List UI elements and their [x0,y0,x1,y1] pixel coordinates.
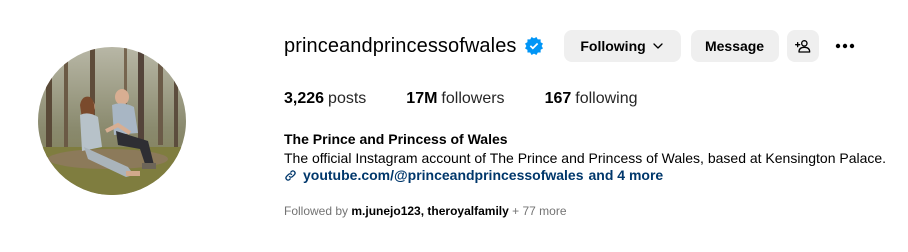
posts-label: posts [328,90,367,107]
follower-username: theroyalfamily [427,204,509,218]
following-label: following [575,90,638,107]
message-button[interactable]: Message [690,30,779,62]
followers-count: 17M [406,90,438,107]
username[interactable]: princeandprincessofwales [284,35,517,58]
followed-by[interactable]: Followed by m.junejo123, theroyalfamily … [284,204,567,218]
more-options-icon[interactable] [833,34,857,58]
verified-badge-icon [524,37,543,55]
following-stat[interactable]: 167 following [545,90,638,108]
profile-header: princeandprincessofwales Following Messa… [284,30,857,62]
more-links[interactable]: and 4 more [589,167,664,183]
add-user-icon [794,40,810,53]
full-name: The Prince and Princess of Wales [284,131,508,147]
following-button[interactable]: Following [563,30,681,62]
profile-links: youtube.com/@princeandprincessofwales an… [284,167,663,183]
followed-by-more: + 77 more [512,204,567,218]
followed-by-separator: , [420,204,425,218]
profile-stats: 3,226 posts 17M followers 167 following [284,90,678,108]
bio-text: The official Instagram account of The Pr… [284,150,887,166]
profile-avatar[interactable] [38,47,186,195]
posts-stat: 3,226 posts [284,90,366,108]
followers-label: followers [441,90,505,107]
follower-username: m.junejo123 [351,204,421,218]
link-icon [284,169,297,182]
following-button-label: Following [580,38,646,54]
followers-stat[interactable]: 17M followers [406,90,504,108]
followed-by-prefix: Followed by [284,204,349,218]
suggested-users-button[interactable] [786,30,819,62]
message-button-label: Message [704,38,765,54]
posts-count: 3,226 [284,90,325,107]
avatar-photo [38,47,186,195]
chevron-down-icon [653,43,663,49]
following-count: 167 [544,90,572,107]
profile-link[interactable]: youtube.com/@princeandprincessofwales [303,167,584,183]
